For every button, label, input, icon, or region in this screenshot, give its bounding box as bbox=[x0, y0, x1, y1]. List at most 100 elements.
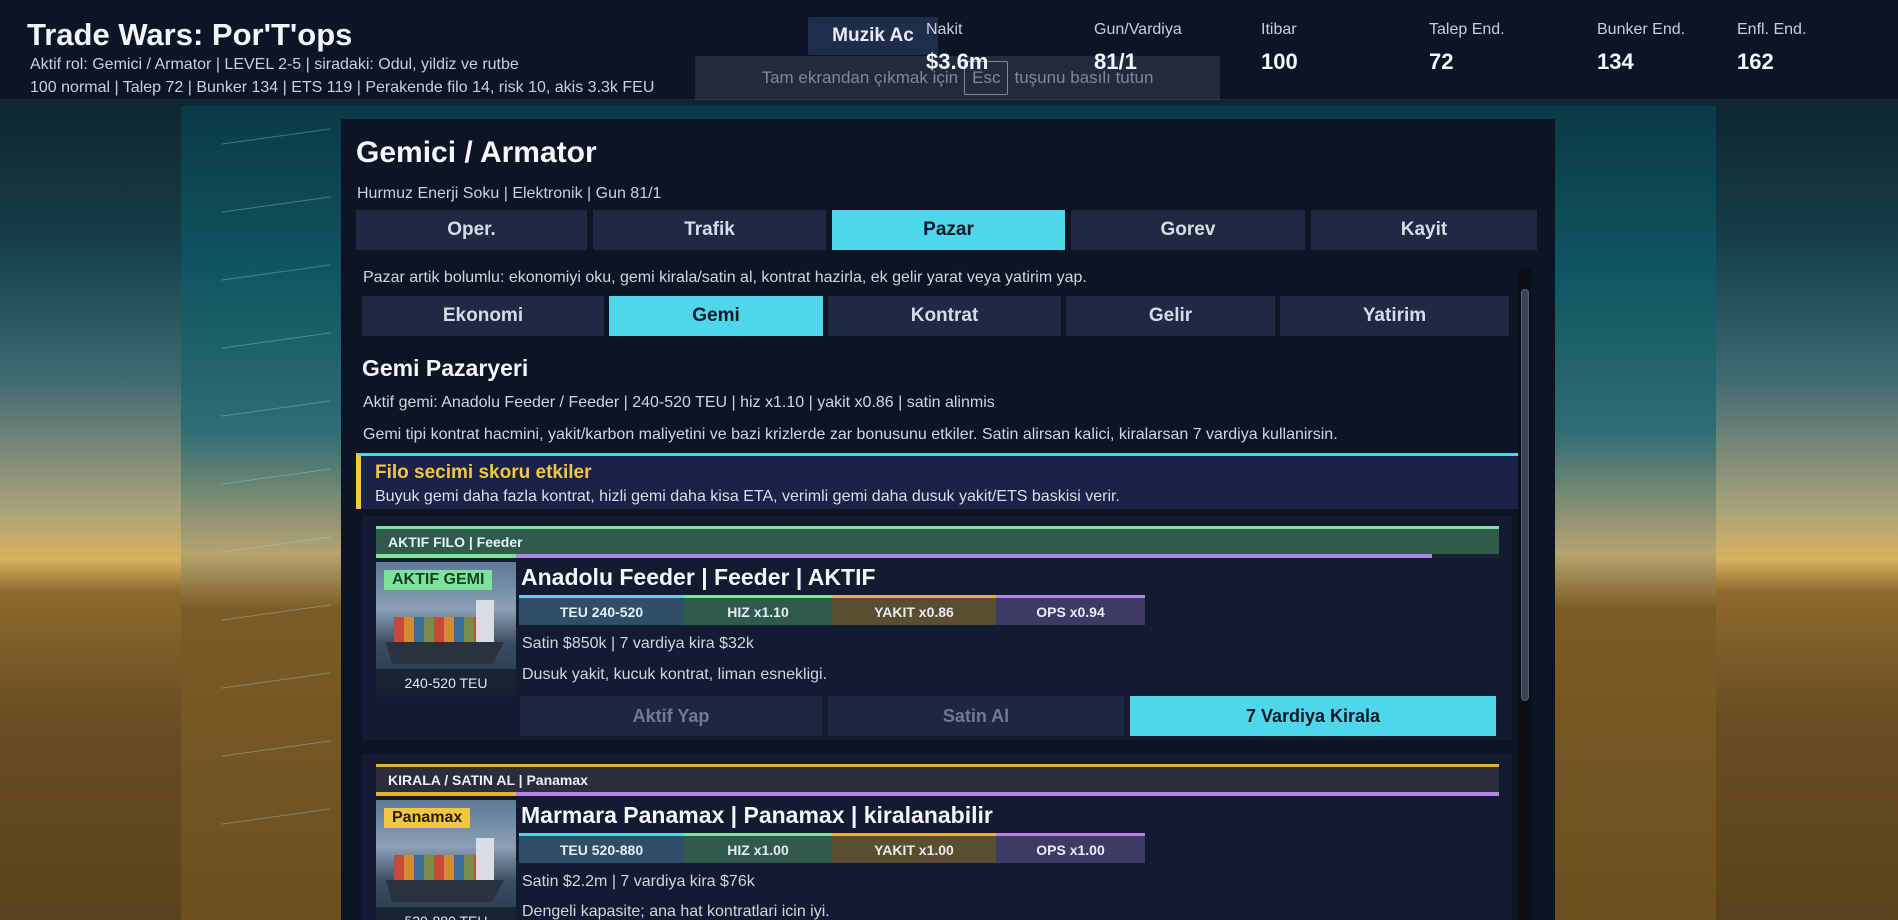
tab-trafik[interactable]: Trafik bbox=[593, 210, 826, 250]
ship-actions: Aktif Yap Satin Al 7 Vardiya Kirala bbox=[520, 696, 1496, 736]
chip-speed: HIZ x1.00 bbox=[684, 833, 832, 863]
ship-price-line: Satin $2.2m | 7 vardiya kira $76k bbox=[522, 873, 755, 890]
tab-gorev[interactable]: Gorev bbox=[1071, 210, 1305, 250]
background-streak bbox=[221, 672, 331, 689]
ship-thumbnail: AKTIF GEMI 240-520 TEU bbox=[376, 562, 516, 697]
chip-fuel: YAKIT x0.86 bbox=[832, 595, 996, 625]
ship-price-line: Satin $850k | 7 vardiya kira $32k bbox=[522, 635, 754, 652]
section-title: Gemi Pazaryeri bbox=[362, 355, 529, 381]
ship-stat-chips: TEU 520-880 HIZ x1.00 YAKIT x1.00 OPS x1… bbox=[519, 833, 1145, 863]
active-ship-line: Aktif gemi: Anadolu Feeder / Feeder | 24… bbox=[363, 394, 995, 411]
ship-card-progress bbox=[376, 792, 1499, 796]
stat-label: Talep End. bbox=[1429, 21, 1505, 38]
ship-name: Marmara Panamax | Panamax | kiralanabili… bbox=[521, 802, 993, 828]
stat-value: $3.6m bbox=[926, 49, 989, 74]
game-title: Trade Wars: Por'T'ops bbox=[27, 17, 353, 52]
panel-subtitle: Hurmuz Enerji Soku | Elektronik | Gun 81… bbox=[357, 185, 662, 202]
ship-description: Dusuk yakit, kucuk kontrat, liman esnekl… bbox=[522, 666, 828, 683]
stat-cash: Nakit $3.6m bbox=[926, 21, 988, 75]
background-streak bbox=[221, 604, 331, 621]
stat-label: Bunker End. bbox=[1597, 21, 1686, 38]
stat-value: 72 bbox=[1429, 49, 1454, 74]
ship-card-header: KIRALA / SATIN AL | Panamax bbox=[376, 764, 1499, 792]
container-stack bbox=[394, 855, 484, 881]
subtab-kontrat[interactable]: Kontrat bbox=[828, 296, 1061, 336]
ship-class-badge: Panamax bbox=[384, 808, 471, 828]
thumb-caption: 240-520 TEU bbox=[376, 669, 516, 697]
ship-name: Anadolu Feeder | Feeder | AKTIF bbox=[521, 564, 876, 590]
chip-ops: OPS x0.94 bbox=[996, 595, 1145, 625]
market-intro: Pazar artik bolumlu: ekonomiyi oku, gemi… bbox=[363, 269, 1087, 286]
ship-description: Dengeli kapasite; ana hat kontratlari ic… bbox=[522, 903, 830, 920]
stat-label: Nakit bbox=[926, 21, 963, 38]
ship-thumbnail: Panamax 520-880 TEU bbox=[376, 800, 516, 920]
stat-inflation-index: Enfl. End. 162 bbox=[1737, 21, 1806, 75]
chip-teu: TEU 240-520 bbox=[519, 595, 684, 625]
tab-oper[interactable]: Oper. bbox=[356, 210, 587, 250]
container-stack bbox=[394, 617, 484, 643]
status-line: 100 normal | Talep 72 | Bunker 134 | ETS… bbox=[30, 79, 655, 96]
ship-card-progress-marker bbox=[376, 792, 516, 796]
ship-type-note: Gemi tipi kontrat hacmini, yakit/karbon … bbox=[363, 426, 1338, 443]
thumb-caption: 520-880 TEU bbox=[376, 907, 516, 920]
ship-card-progress-fill bbox=[376, 554, 1432, 558]
callout-title: Filo secimi skoru etkiler bbox=[375, 462, 592, 483]
stat-demand-index: Talep End. 72 bbox=[1429, 21, 1505, 75]
stat-value: 81/1 bbox=[1094, 49, 1137, 74]
market-panel: Gemici / Armator Hurmuz Enerji Soku | El… bbox=[341, 119, 1555, 920]
music-toggle-button[interactable]: Muzik Ac bbox=[808, 17, 938, 55]
stat-reputation: Itibar 100 bbox=[1261, 21, 1298, 75]
active-ship-badge: AKTIF GEMI bbox=[384, 570, 493, 590]
chip-teu: TEU 520-880 bbox=[519, 833, 684, 863]
subtab-yatirim[interactable]: Yatirim bbox=[1280, 296, 1509, 336]
background-streak bbox=[221, 740, 331, 757]
scrollbar-thumb[interactable] bbox=[1521, 289, 1529, 701]
callout-body: Buyuk gemi daha fazla kontrat, hizli gem… bbox=[375, 488, 1120, 505]
background-streak bbox=[221, 468, 331, 485]
background-streak bbox=[221, 128, 331, 145]
stat-value: 134 bbox=[1597, 49, 1634, 74]
ship-stat-chips: TEU 240-520 HIZ x1.10 YAKIT x0.86 OPS x0… bbox=[519, 595, 1145, 625]
ship-hull bbox=[386, 642, 504, 664]
chip-ops: OPS x1.00 bbox=[996, 833, 1145, 863]
chip-fuel: YAKIT x1.00 bbox=[832, 833, 996, 863]
background-streak bbox=[221, 808, 331, 825]
chip-speed: HIZ x1.10 bbox=[684, 595, 832, 625]
panel-scrollbar[interactable] bbox=[1518, 267, 1532, 920]
ship-bridge bbox=[476, 838, 494, 880]
stat-value: 100 bbox=[1261, 49, 1298, 74]
ship-card-header: AKTIF FILO | Feeder bbox=[376, 526, 1499, 554]
tab-pazar[interactable]: Pazar bbox=[832, 210, 1065, 250]
ship-bridge bbox=[476, 600, 494, 642]
stat-bunker-index: Bunker End. 134 bbox=[1597, 21, 1685, 75]
stat-label: Gun/Vardiya bbox=[1094, 21, 1182, 38]
fleet-score-callout: Filo secimi skoru etkiler Buyuk gemi dah… bbox=[356, 453, 1518, 509]
stat-day-shift: Gun/Vardiya 81/1 bbox=[1094, 21, 1182, 75]
ship-card-progress-fill bbox=[376, 792, 1499, 796]
background-streak bbox=[221, 264, 331, 281]
stat-label: Itibar bbox=[1261, 21, 1297, 38]
ship-card-progress bbox=[376, 554, 1499, 558]
role-line: Aktif rol: Gemici / Armator | LEVEL 2-5 … bbox=[30, 56, 519, 73]
sub-tabs: Ekonomi Gemi Kontrat Gelir Yatirim bbox=[362, 296, 1509, 336]
stat-label: Enfl. End. bbox=[1737, 21, 1807, 38]
subtab-ekonomi[interactable]: Ekonomi bbox=[362, 296, 604, 336]
ship-hull bbox=[386, 880, 504, 902]
set-active-button[interactable]: Aktif Yap bbox=[520, 696, 822, 736]
main-tabs: Oper. Trafik Pazar Gorev Kayit bbox=[356, 210, 1537, 250]
ship-card: AKTIF FILO | Feeder AKTIF GEMI 240-520 T… bbox=[362, 516, 1512, 740]
background-streak bbox=[221, 400, 331, 417]
stat-value: 162 bbox=[1737, 49, 1774, 74]
background-streak bbox=[221, 196, 331, 213]
tab-kayit[interactable]: Kayit bbox=[1311, 210, 1537, 250]
subtab-gelir[interactable]: Gelir bbox=[1066, 296, 1275, 336]
buy-button[interactable]: Satin Al bbox=[828, 696, 1124, 736]
top-bar: Trade Wars: Por'T'ops Aktif rol: Gemici … bbox=[0, 0, 1898, 100]
rent-7-shifts-button[interactable]: 7 Vardiya Kirala bbox=[1130, 696, 1496, 736]
subtab-gemi[interactable]: Gemi bbox=[609, 296, 823, 336]
background-streak bbox=[221, 332, 331, 349]
panel-title: Gemici / Armator bbox=[356, 136, 597, 169]
ship-card: KIRALA / SATIN AL | Panamax Panamax 520-… bbox=[362, 754, 1512, 920]
ship-card-progress-marker bbox=[376, 554, 516, 558]
background-streak bbox=[221, 536, 331, 553]
